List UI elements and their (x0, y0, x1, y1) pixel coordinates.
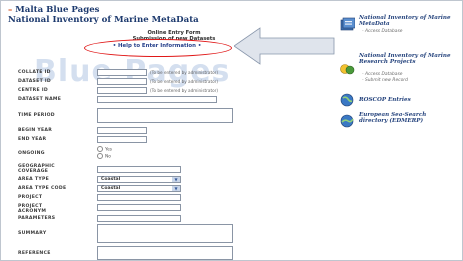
chevron-down-icon: ▼ (172, 186, 180, 191)
label-geographic-coverage: GEOGRAPHIC COVERAGE (18, 164, 55, 174)
dataset-id-input[interactable] (97, 78, 147, 85)
area-type-code-select[interactable]: Coastal ▼ (97, 185, 181, 192)
label-parameters: PARAMETERS (18, 216, 56, 221)
label-project: PROJECT (18, 195, 43, 200)
ongoing-yes-radio[interactable]: Yes (97, 146, 112, 153)
end-year-input[interactable] (97, 136, 147, 143)
sidebar-item-projects-access[interactable]: - Access Database (362, 72, 402, 77)
chevron-down-icon: ▼ (172, 177, 180, 182)
note-collate-id: (To be entered by administrator) (150, 70, 219, 75)
label-collate-id: COLLATE ID (18, 70, 51, 75)
label-reference: REFERENCE (18, 251, 51, 256)
database-icon[interactable] (340, 17, 355, 31)
pointer-arrow-icon (234, 27, 335, 65)
sidebar-item-projects-title[interactable]: National Inventory of Marine Research Pr… (359, 53, 454, 65)
globe-icon[interactable] (340, 114, 355, 128)
site-title: – Malta Blue Pages (8, 5, 100, 15)
label-time-period: TIME PERIOD (18, 113, 55, 118)
label-dataset-id: DATASET ID (18, 79, 52, 84)
reference-textarea[interactable] (97, 246, 233, 260)
label-area-type-code: AREA TYPE CODE (18, 186, 67, 191)
dataset-name-input[interactable] (97, 96, 217, 103)
globe-icon[interactable] (340, 93, 355, 107)
label-project-acronym: PROJECT ACRONYM (18, 204, 47, 214)
sidebar-item-metadata-title[interactable]: National Inventory of Marine MetaData (359, 15, 454, 27)
page-header: – Malta Blue Pages National Inventory of … (8, 5, 199, 25)
label-summary: SUMMARY (18, 231, 47, 236)
label-area-type: AREA TYPE (18, 177, 50, 182)
label-dataset-name: DATASET NAME (18, 97, 62, 102)
label-centre-id: CENTRE ID (18, 88, 48, 93)
parameters-input[interactable] (97, 215, 181, 222)
sidebar-item-roscop[interactable]: ROSCOP Entries (359, 97, 411, 103)
centre-id-input[interactable] (97, 87, 147, 94)
radio-dot-icon (97, 153, 103, 159)
label-ongoing: ONGOING (18, 151, 45, 156)
research-icon[interactable] (340, 62, 355, 76)
note-centre-id: (To be entered by administrator) (150, 88, 219, 93)
project-acronym-input[interactable] (97, 204, 181, 211)
time-period-textarea[interactable] (97, 108, 233, 123)
summary-textarea[interactable] (97, 224, 233, 243)
project-input[interactable] (97, 194, 181, 201)
sidebar-item-edmerp[interactable]: European Sea-Search directory (EDMERP) (359, 112, 454, 124)
note-dataset-id: (To be entered by administrator) (150, 79, 219, 84)
radio-dot-icon (97, 146, 103, 152)
sidebar-item-metadata-sub[interactable]: - Access Database (362, 29, 402, 34)
label-end-year: END YEAR (18, 137, 47, 142)
label-begin-year: BEGIN YEAR (18, 128, 53, 133)
help-link[interactable]: • Help to Enter Information • (90, 43, 224, 49)
ongoing-no-radio[interactable]: No (97, 153, 111, 160)
site-subtitle: National Inventory of Marine MetaData (8, 15, 199, 25)
begin-year-input[interactable] (97, 127, 147, 134)
geographic-coverage-input[interactable] (97, 166, 181, 173)
area-type-select[interactable]: Coastal ▼ (97, 176, 181, 183)
sidebar-item-projects-submit[interactable]: - Submit new Record (362, 78, 408, 83)
collate-id-input[interactable] (97, 69, 147, 76)
